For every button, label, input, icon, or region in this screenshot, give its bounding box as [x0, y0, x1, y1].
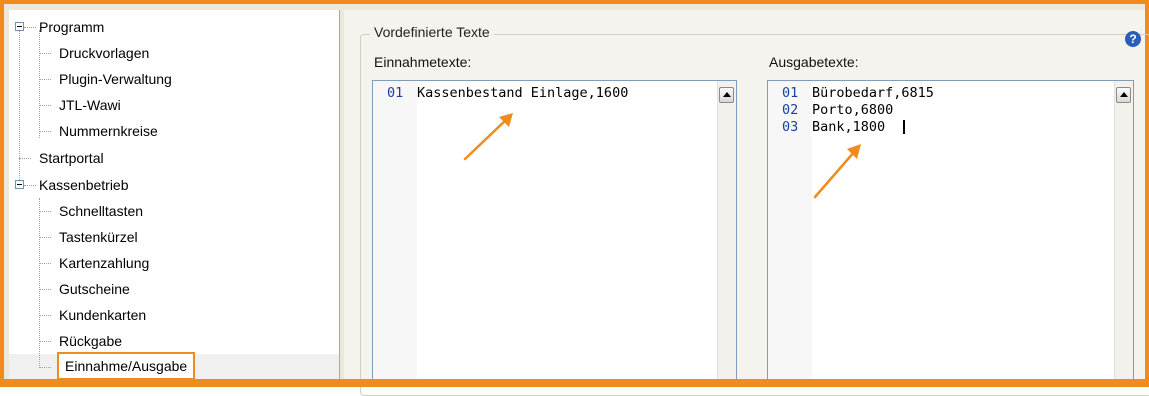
tree-item-tastenkuerzel[interactable]: Tastenkürzel [59, 225, 138, 249]
tree-connector [39, 53, 51, 54]
tree-connector [39, 315, 51, 316]
collapse-icon[interactable] [15, 22, 24, 31]
line-number-gutter [373, 81, 417, 386]
help-icon[interactable]: ? [1125, 31, 1141, 47]
tree-connector [39, 198, 40, 368]
tree-item-kassenbetrieb[interactable]: Kassenbetrieb [39, 173, 129, 197]
line-text: Kassenbestand Einlage,1600 [417, 85, 629, 101]
einnahme-lines: 01 Kassenbestand Einlage,1600 [387, 85, 628, 102]
ausgabe-lines: 01 Bürobedarf,6815 02 Porto,6800 03 Bank,18… [782, 85, 934, 136]
tree-item-startportal[interactable]: Startportal [39, 146, 104, 170]
line-number: 03 [782, 119, 799, 135]
tree-connector [39, 79, 51, 80]
line-number: 01 [782, 85, 799, 101]
tree-connector [39, 105, 51, 106]
tree-connector [39, 367, 51, 368]
tree-item-kundenkarten[interactable]: Kundenkarten [59, 303, 146, 327]
group-title: Vordefinierte Texte [370, 24, 494, 40]
tree-item-programm[interactable]: Programm [39, 15, 104, 39]
collapse-icon[interactable] [15, 180, 24, 189]
ausgabe-editor[interactable]: 01 Bürobedarf,6815 02 Porto,6800 03 Bank,18… [767, 80, 1134, 386]
tree-connector [24, 185, 36, 186]
tree-connector [39, 263, 51, 264]
tree-connector [39, 211, 51, 212]
line-number: 02 [782, 102, 799, 118]
line-text: Porto,6800 [812, 102, 894, 118]
einnahme-label: Einnahmetexte: [374, 54, 472, 70]
settings-tree: Programm Druckvorlagen Plugin-Verwaltung… [9, 10, 340, 379]
tree-item-gutscheine[interactable]: Gutscheine [59, 277, 130, 301]
text-caret [903, 120, 906, 134]
settings-panel: Vordefinierte Texte ? Einnahmetexte: Aus… [344, 10, 1149, 396]
tree-item-plugin-verwaltung[interactable]: Plugin-Verwaltung [59, 67, 172, 91]
tree-connector [39, 289, 51, 290]
tree-connector [39, 237, 51, 238]
tree-item-nummernkreise[interactable]: Nummernkreise [59, 119, 158, 143]
text-line: 01 Bürobedarf,6815 [782, 85, 934, 102]
vertical-scrollbar[interactable] [1114, 81, 1133, 386]
tree-item-schnelltasten[interactable]: Schnelltasten [59, 199, 143, 223]
tree-item-rueckgabe[interactable]: Rückgabe [59, 329, 122, 353]
tree-item-kartenzahlung[interactable]: Kartenzahlung [59, 251, 149, 275]
scroll-up-icon[interactable] [719, 87, 734, 103]
tree-item-druckvorlagen[interactable]: Druckvorlagen [59, 41, 149, 65]
scroll-up-icon[interactable] [1116, 87, 1131, 103]
tree-connector [19, 30, 20, 182]
tree-connector [39, 341, 51, 342]
tree-item-einnahme-ausgabe[interactable]: Einnahme/Ausgabe [56, 352, 196, 379]
text-line: 02 Porto,6800 [782, 102, 934, 119]
tree-connector [24, 27, 36, 28]
tree-connector [39, 30, 40, 138]
text-line: 01 Kassenbestand Einlage,1600 [387, 85, 628, 102]
vertical-scrollbar[interactable] [717, 81, 736, 386]
ausgabe-label: Ausgabetexte: [769, 54, 859, 70]
einnahme-editor[interactable]: 01 Kassenbestand Einlage,1600 [372, 80, 737, 386]
line-text: Bank,1800 [812, 119, 886, 135]
text-line: 03 Bank,1800 [782, 119, 934, 136]
app-window: Programm Druckvorlagen Plugin-Verwaltung… [0, 0, 1149, 396]
tree-item-jtl-wawi[interactable]: JTL-Wawi [59, 93, 121, 117]
annotation-arrow-icon [813, 144, 861, 199]
tree-connector [39, 131, 51, 132]
annotation-arrow-icon [463, 113, 513, 161]
line-text: Bürobedarf,6815 [812, 85, 934, 101]
line-number: 01 [387, 85, 404, 101]
tree-connector [19, 158, 31, 159]
